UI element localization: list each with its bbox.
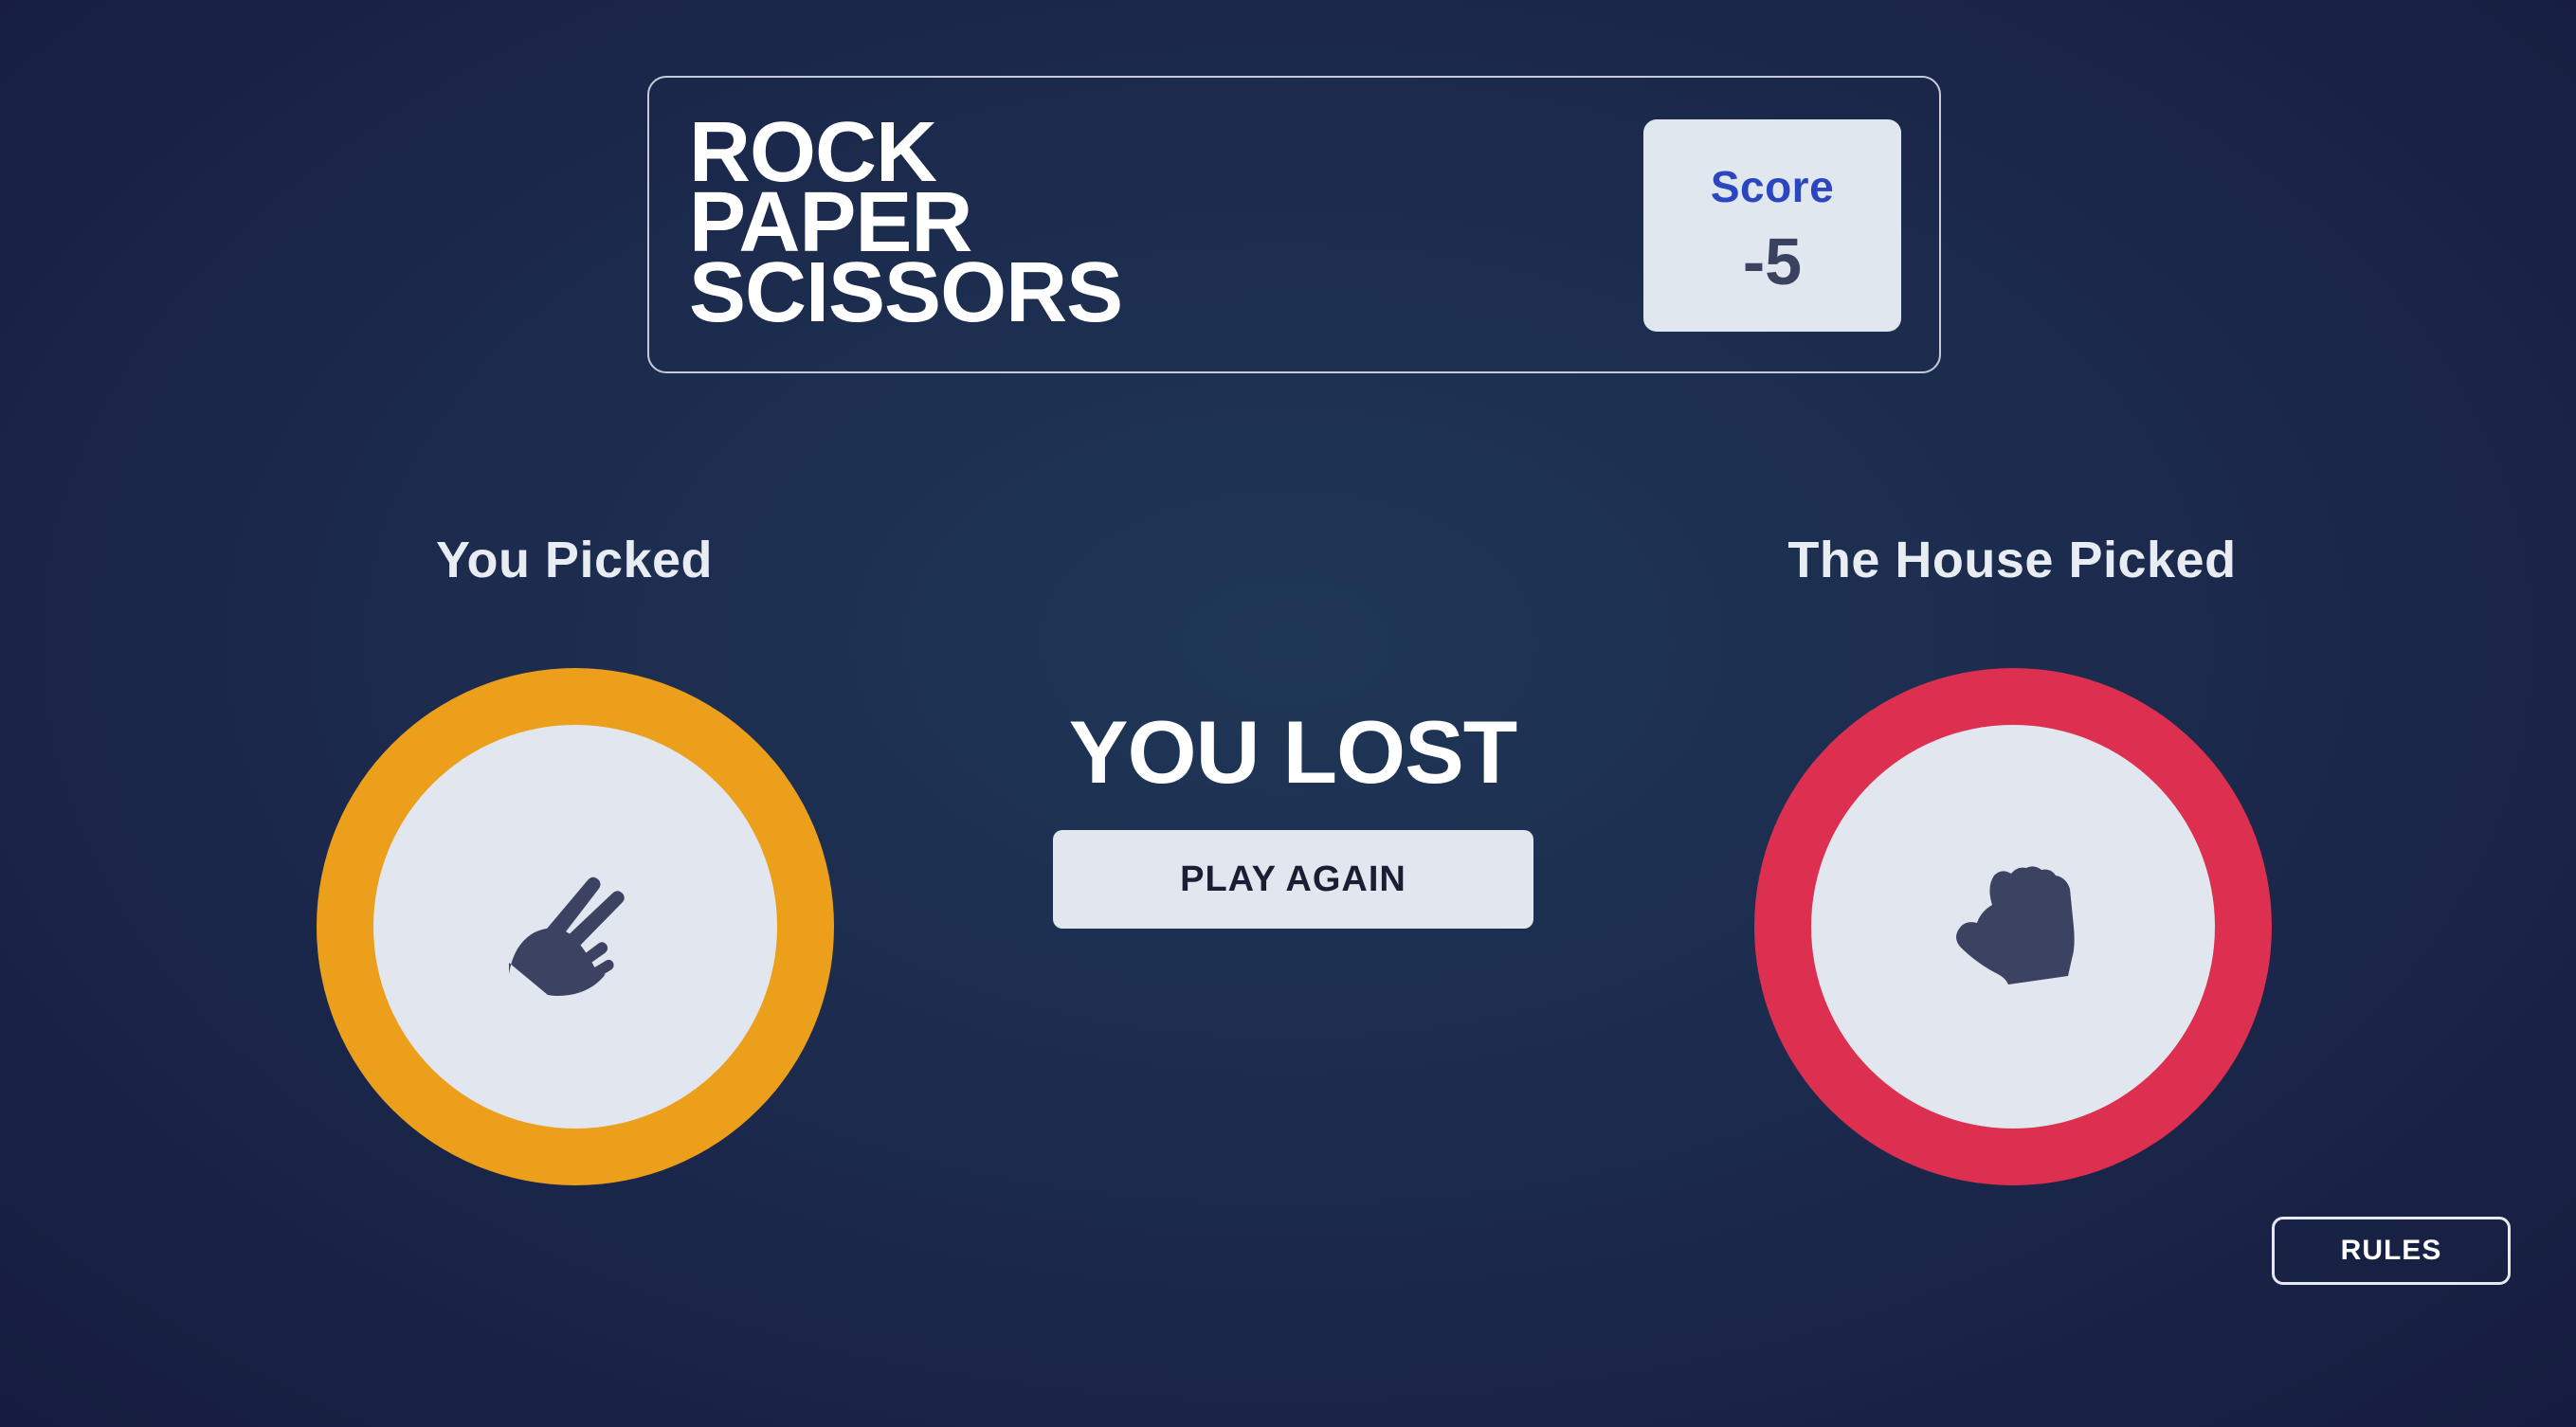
rock-fist-icon	[1956, 866, 2075, 984]
house-pick-label: The House Picked	[1787, 532, 2237, 588]
house-token-rock	[1754, 668, 2272, 1185]
house-token-inner	[1811, 725, 2215, 1129]
score-value: -5	[1742, 225, 1803, 298]
player-token-inner	[373, 725, 777, 1129]
player-token-scissors	[317, 668, 834, 1185]
score-box: Score -5	[1643, 119, 1901, 332]
player-pick-label: You Picked	[435, 532, 714, 588]
score-label: Score	[1710, 162, 1835, 211]
result-text: YOU LOST	[1068, 702, 1517, 802]
rules-button[interactable]: RULES	[2272, 1217, 2511, 1285]
play-again-button[interactable]: PLAY AGAIN	[1053, 830, 1533, 929]
title-line-scissors: SCISSORS	[689, 245, 1123, 340]
game-header: ROCK PAPER SCISSORS Score -5	[647, 76, 1941, 373]
game-title: ROCK PAPER SCISSORS	[689, 110, 1123, 340]
scissors-hand-icon	[509, 876, 625, 996]
